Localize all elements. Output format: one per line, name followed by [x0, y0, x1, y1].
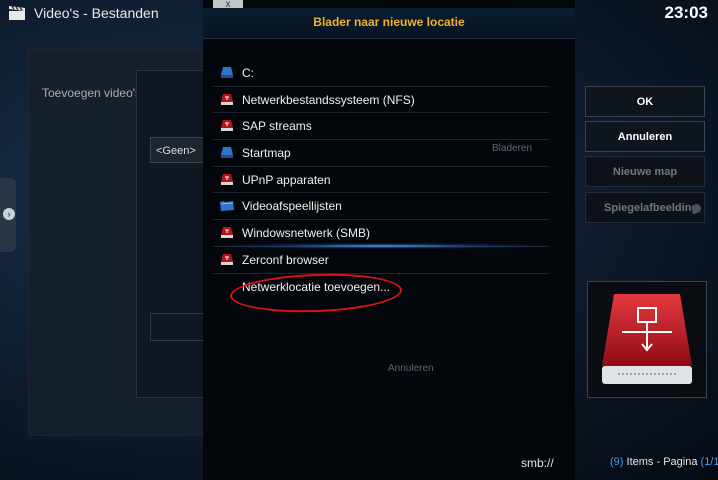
list-item-upnp[interactable]: UPnP apparaten [213, 167, 549, 194]
network-drive-large-icon [602, 294, 692, 384]
current-path: smb:// [521, 456, 554, 470]
clock: 23:03 [664, 3, 708, 22]
list-item-nfs[interactable]: Netwerkbestandssysteem (NFS) [213, 87, 549, 114]
side-menu-tab[interactable]: › [0, 178, 16, 252]
playlist-folder-icon [220, 201, 234, 212]
list-item-video-playlists[interactable]: Videoafspeellijsten [213, 193, 549, 221]
background-dialog-field [150, 313, 208, 341]
location-thumbnail [587, 281, 707, 398]
list-item-label: Zerconf browser [242, 252, 329, 267]
status-bar: (9) Items - Pagina (1/1) [610, 456, 718, 468]
list-item-label: C: [242, 66, 254, 80]
chevron-right-icon: › [3, 208, 15, 220]
location-list: C: Netwerkbestandssysteem (NFS) SAP stre… [213, 60, 549, 300]
network-drive-icon [221, 253, 233, 265]
list-item-label: SAP streams [242, 119, 312, 134]
window-title: Video's - Bestanden [34, 5, 159, 21]
ok-button[interactable]: OK [585, 86, 705, 117]
background-dialog-title: Toevoegen video's [42, 86, 142, 100]
list-item-zeroconf[interactable]: Zerconf browser [213, 247, 549, 274]
new-folder-button[interactable]: Nieuwe map [585, 156, 705, 187]
video-clapper-icon [9, 5, 25, 20]
mirror-image-toggle[interactable]: Spiegelafbeelding [585, 192, 705, 223]
items-page-label: Items - Pagina [626, 456, 698, 468]
cancel-button[interactable]: Annuleren [585, 121, 705, 152]
hard-drive-icon [221, 67, 233, 78]
list-item-label: Startmap [242, 146, 291, 161]
page-indicator: 1/1 [704, 456, 718, 468]
list-item-label: Netwerkbestandssysteem (NFS) [242, 92, 415, 107]
mirror-image-label: Spiegelafbeelding [604, 202, 699, 214]
list-item-smb[interactable]: Windowsnetwerk (SMB) [213, 220, 549, 249]
network-drive-icon [221, 227, 233, 239]
toggle-dot-icon [692, 204, 701, 213]
network-drive-icon [221, 93, 233, 105]
list-item-label: Videoafspeellijsten [242, 199, 342, 214]
list-item-label: Windowsnetwerk (SMB) [242, 226, 371, 241]
content-select[interactable]: <Geen> [150, 137, 206, 163]
list-item-c-drive[interactable]: C: [213, 60, 549, 87]
list-item-sap-streams[interactable]: SAP streams [213, 113, 549, 141]
ghost-cancel-label: Annuleren [388, 363, 434, 374]
dialog-title: Blader naar nieuwe locatie [313, 15, 465, 29]
network-drive-icon [221, 120, 233, 132]
list-item-label: UPnP apparaten [242, 172, 331, 187]
hard-drive-icon [221, 147, 233, 159]
network-drive-icon [221, 173, 233, 185]
background-dialog-inner [136, 70, 208, 398]
list-item-startmap[interactable]: Startmap [213, 140, 549, 167]
